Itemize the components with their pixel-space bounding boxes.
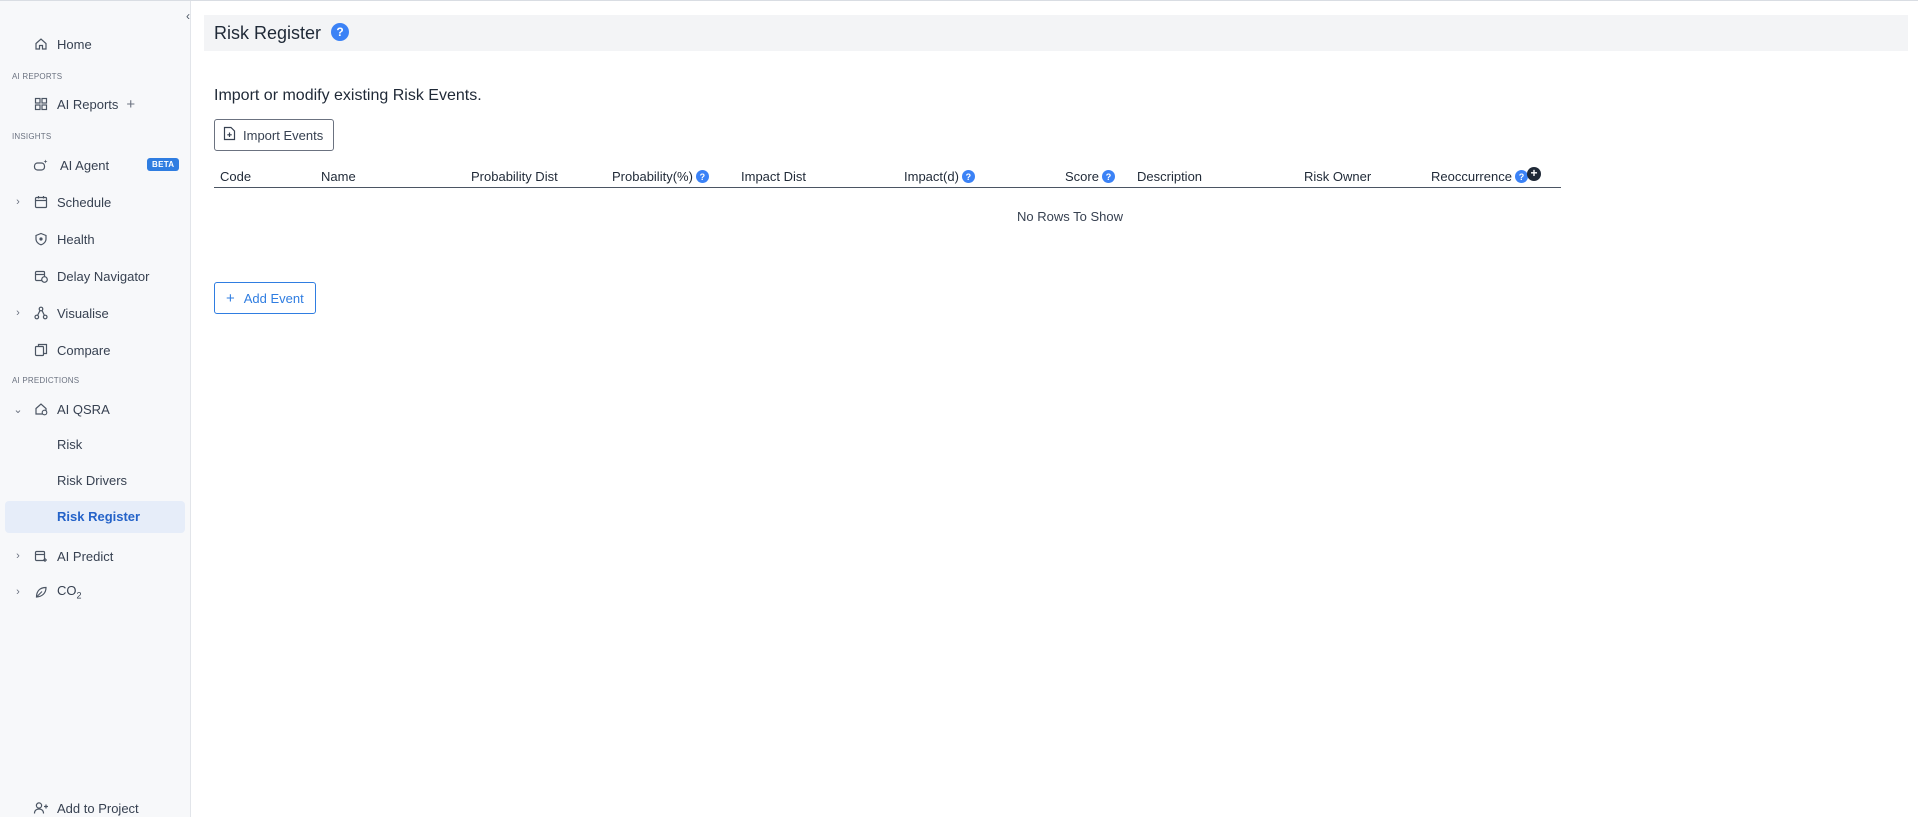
agent-icon <box>33 157 49 173</box>
column-header-score[interactable]: Score? <box>1065 169 1115 184</box>
calendar-icon <box>33 194 49 210</box>
sidebar-item-label: CO <box>57 583 77 599</box>
sidebar-subitem-risk[interactable]: Risk <box>57 437 82 452</box>
sidebar-item-ai-qsra[interactable]: ⌄ AI QSRA <box>0 395 190 423</box>
intro-text: Import or modify existing Risk Events. <box>214 87 482 104</box>
qsra-icon <box>33 401 49 417</box>
sidebar-item-label: AI Agent <box>60 157 110 173</box>
sidebar-item-label: AI Reports <box>57 96 119 112</box>
column-label: Code <box>220 169 252 184</box>
sidebar-item-label: Visualise <box>57 305 109 321</box>
column-label: Reoccurrence <box>1431 169 1512 184</box>
column-header-code[interactable]: Code <box>220 169 251 184</box>
add-column-icon[interactable]: + <box>1527 167 1541 181</box>
page-title: Risk Register <box>214 23 322 43</box>
sidebar-subitem-risk-register[interactable]: Risk Register <box>57 509 140 524</box>
risk-table-header: Code Name Probability Dist Probability(%… <box>214 166 1561 188</box>
home-icon <box>33 36 49 52</box>
calendar-clock-icon <box>33 268 49 284</box>
beta-badge: BETA <box>147 158 180 171</box>
sidebar-item-label: Home <box>57 36 92 52</box>
sidebar-item-health[interactable]: Health <box>0 225 190 253</box>
sidebar-item-visualise[interactable]: › Visualise <box>0 299 190 327</box>
sidebar-item-delay-navigator[interactable]: Delay Navigator <box>0 262 190 290</box>
page-header: Risk Register ? <box>204 15 1908 51</box>
help-icon[interactable]: ? <box>961 170 975 183</box>
column-header-name[interactable]: Name <box>321 169 356 184</box>
help-icon[interactable]: ? <box>1101 170 1115 183</box>
column-label: Impact Dist <box>741 169 807 184</box>
chevron-right-icon[interactable]: › <box>13 307 23 319</box>
sidebar-item-label: Health <box>57 231 95 247</box>
add-user-icon <box>33 800 49 816</box>
help-icon[interactable]: ? <box>695 170 709 183</box>
help-icon[interactable]: ? <box>331 23 349 41</box>
file-import-icon <box>223 126 236 144</box>
sidebar-item-label: AI Predict <box>57 548 114 564</box>
empty-table-message: No Rows To Show <box>1017 209 1123 224</box>
shield-icon <box>33 231 49 247</box>
sidebar-item-label: Add to Project <box>57 800 139 816</box>
column-header-probability[interactable]: Probability(%)? <box>612 169 709 184</box>
import-events-label: Import Events <box>243 127 324 143</box>
column-label: Probability Dist <box>471 169 558 184</box>
column-header-reoccurrence[interactable]: Reoccurrence? <box>1431 169 1528 184</box>
column-header-impact[interactable]: Impact(d)? <box>904 169 975 184</box>
column-label: Impact(d) <box>904 169 959 184</box>
network-icon <box>33 305 49 321</box>
column-label: Description <box>1137 169 1203 184</box>
sidebar: ‹ Home AI REPORTS AI Reports + INSIGHTS A… <box>0 1 191 817</box>
chevron-right-icon[interactable]: › <box>13 196 23 208</box>
sidebar-item-label: AI QSRA <box>57 401 110 417</box>
add-event-button[interactable]: + Add Event <box>214 282 316 314</box>
sidebar-item-co2[interactable]: › CO2 <box>0 578 190 606</box>
column-label: Name <box>321 169 356 184</box>
help-icon[interactable]: ? <box>1514 170 1528 183</box>
sidebar-subitem-risk-drivers[interactable]: Risk Drivers <box>57 473 127 488</box>
column-header-probability-dist[interactable]: Probability Dist <box>471 169 558 184</box>
grid-icon <box>33 96 49 112</box>
column-header-impact-dist[interactable]: Impact Dist <box>741 169 806 184</box>
plus-icon: + <box>226 289 235 307</box>
sidebar-item-label: Compare <box>57 342 111 358</box>
sidebar-item-home[interactable]: Home <box>0 30 190 58</box>
calendar-plus-icon <box>33 548 49 564</box>
sidebar-item-compare[interactable]: Compare <box>0 336 190 364</box>
top-border <box>0 0 1918 1</box>
sidebar-item-add-to-project[interactable]: Add to Project <box>0 794 190 822</box>
column-header-description[interactable]: Description <box>1137 169 1202 184</box>
column-label: Score <box>1065 169 1099 184</box>
chevron-down-icon[interactable]: ⌄ <box>13 403 23 416</box>
section-label-ai-reports: AI REPORTS <box>12 72 63 81</box>
chevron-right-icon[interactable]: › <box>13 586 23 598</box>
sidebar-item-label: Schedule <box>57 194 112 210</box>
add-report-icon[interactable]: + <box>126 96 135 113</box>
add-event-label: Add Event <box>243 290 304 306</box>
sidebar-item-ai-predict[interactable]: › AI Predict <box>0 542 190 570</box>
leaf-icon <box>33 584 49 600</box>
section-label-ai-predictions: AI PREDICTIONS <box>12 376 80 385</box>
section-label-insights: INSIGHTS <box>12 132 52 141</box>
compare-icon <box>33 342 49 358</box>
collapse-sidebar-button[interactable]: ‹ <box>181 9 195 23</box>
column-label: Probability(%) <box>612 169 693 184</box>
sidebar-item-label: Delay Navigator <box>57 268 150 284</box>
sidebar-item-schedule[interactable]: › Schedule <box>0 188 190 216</box>
sidebar-item-ai-reports[interactable]: AI Reports + <box>0 90 190 118</box>
chevron-right-icon[interactable]: › <box>13 550 23 562</box>
column-header-risk-owner[interactable]: Risk Owner <box>1304 169 1371 184</box>
import-events-button[interactable]: Import Events <box>214 119 335 151</box>
co2-subscript: 2 <box>76 590 82 601</box>
sidebar-item-ai-agent[interactable]: AI Agent BETA <box>0 151 190 179</box>
column-label: Risk Owner <box>1304 169 1372 184</box>
